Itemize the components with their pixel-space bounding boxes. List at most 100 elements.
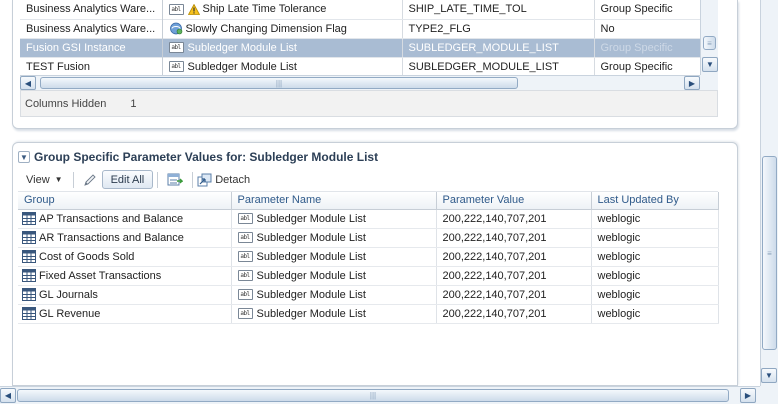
column-header-last-updated-by[interactable]: Last Updated By bbox=[591, 192, 719, 210]
toolbar-divider bbox=[72, 171, 74, 188]
scroll-thumb[interactable]: ||| bbox=[40, 77, 518, 89]
group-name: AP Transactions and Balance bbox=[39, 212, 184, 225]
table-row[interactable]: GL Journals abl Subledger Module List 200,2… bbox=[18, 285, 719, 305]
table-row[interactable]: AR Transactions and Balance abl Subledger … bbox=[18, 228, 719, 248]
group-name: GL Revenue bbox=[39, 307, 101, 320]
parameter-value: 200,222,140,707,201 bbox=[436, 209, 592, 229]
frozen-column-divider bbox=[162, 0, 163, 75]
parameter-value: Group Specific bbox=[594, 38, 701, 58]
table-row[interactable]: Fixed Asset Transactions abl Subledger Mod… bbox=[18, 266, 719, 286]
scroll-right-button[interactable]: ▶ bbox=[684, 76, 700, 90]
group-grid-icon bbox=[22, 288, 36, 301]
parameter-name: Subledger Module List bbox=[187, 60, 297, 73]
scroll-thumb[interactable]: ≡ bbox=[762, 156, 777, 350]
parameter-name: Ship Late Time Tolerance bbox=[202, 3, 327, 16]
parameter-code: SHIP_LATE_TIME_TOL bbox=[402, 0, 595, 20]
text-type-icon: abl bbox=[237, 270, 253, 281]
parameter-value: 200,222,140,707,201 bbox=[436, 285, 592, 305]
parameter-name: Subledger Module List bbox=[256, 250, 366, 263]
parameter-name: Subledger Module List bbox=[256, 288, 366, 301]
group-name: Fixed Asset Transactions bbox=[39, 269, 162, 282]
column-header-parameter-name[interactable]: Parameter Name bbox=[231, 192, 437, 210]
scroll-left-button[interactable]: ◀ bbox=[20, 76, 36, 90]
table-header-row: Group Parameter Name Parameter Value Las… bbox=[18, 192, 719, 210]
table-row[interactable]: GL Revenue abl Subledger Module List 200,22… bbox=[18, 304, 719, 324]
dimension-icon bbox=[169, 22, 183, 35]
table-row[interactable]: Business Analytics Ware... abl Ship Late… bbox=[20, 0, 701, 20]
collapse-icon[interactable]: ▼ bbox=[18, 151, 30, 163]
group-grid-icon bbox=[22, 250, 36, 263]
parameter-value: 200,222,140,707,201 bbox=[436, 304, 592, 324]
source-cell: Business Analytics Ware... bbox=[20, 19, 163, 39]
group-grid-icon bbox=[22, 307, 36, 320]
parameter-name: Subledger Module List bbox=[256, 231, 366, 244]
source-cell: Fusion GSI Instance bbox=[20, 38, 163, 58]
table-row[interactable]: TEST Fusion abl Subledger Module List SU… bbox=[20, 57, 701, 77]
columns-hidden-label: Columns Hidden bbox=[25, 97, 107, 110]
view-menu[interactable]: View ▼ bbox=[18, 174, 69, 186]
table-row[interactable]: Cost of Goods Sold abl Subledger Module Li… bbox=[18, 247, 719, 267]
parameter-name: Subledger Module List bbox=[256, 307, 366, 320]
scroll-thumb[interactable]: ≡ bbox=[703, 36, 716, 50]
export-icon[interactable] bbox=[164, 170, 186, 190]
panel-header: ▼ Group Specific Parameter Values for: S… bbox=[18, 148, 378, 166]
table-row[interactable]: AP Transactions and Balance abl Subledger … bbox=[18, 209, 719, 229]
text-type-icon: abl bbox=[237, 289, 253, 300]
last-updated-by: weblogic bbox=[591, 285, 719, 305]
source-cell: TEST Fusion bbox=[20, 57, 163, 77]
parameter-name: Subledger Module List bbox=[187, 41, 297, 54]
last-updated-by: weblogic bbox=[591, 228, 719, 248]
detach-icon bbox=[197, 173, 212, 187]
page-vertical-scrollbar[interactable]: ≡ ▼ bbox=[760, 0, 778, 386]
table-horizontal-scrollbar[interactable]: ◀ ||| ▶ bbox=[20, 75, 700, 90]
table-vertical-scrollbar[interactable]: ≡ ▼ bbox=[700, 0, 718, 75]
column-header-group[interactable]: Group bbox=[18, 192, 232, 210]
page-horizontal-scrollbar[interactable]: ◀ ||| ▶ bbox=[0, 386, 760, 404]
parameter-value: No bbox=[594, 19, 701, 39]
parameter-code: TYPE2_FLG bbox=[402, 19, 595, 39]
parameter-value: 200,222,140,707,201 bbox=[436, 247, 592, 267]
columns-hidden-count[interactable]: 1 bbox=[130, 98, 136, 110]
source-cell: Business Analytics Ware... bbox=[20, 0, 163, 20]
group-name: AR Transactions and Balance bbox=[39, 231, 184, 244]
last-updated-by: weblogic bbox=[591, 304, 719, 324]
scroll-down-button[interactable]: ▼ bbox=[761, 368, 777, 383]
scroll-thumb[interactable]: ||| bbox=[17, 389, 729, 402]
text-type-icon: abl bbox=[237, 308, 253, 319]
panel-title: Group Specific Parameter Values for: Sub… bbox=[34, 150, 379, 164]
parameter-name: Subledger Module List bbox=[256, 212, 366, 225]
parameter-value: 200,222,140,707,201 bbox=[436, 266, 592, 286]
view-menu-label: View bbox=[26, 173, 50, 186]
group-grid-icon bbox=[22, 269, 36, 282]
scroll-corner bbox=[700, 75, 718, 90]
edit-all-button[interactable]: Edit All bbox=[101, 170, 154, 189]
last-updated-by: weblogic bbox=[591, 266, 719, 286]
scroll-right-button[interactable]: ▶ bbox=[740, 388, 756, 403]
text-type-icon: abl bbox=[237, 232, 253, 243]
parameter-name: Subledger Module List bbox=[256, 269, 366, 282]
text-type-icon: abl bbox=[168, 61, 184, 72]
parameter-name: Slowly Changing Dimension Flag bbox=[185, 22, 347, 35]
text-type-icon: abl bbox=[168, 42, 184, 53]
text-type-icon: abl bbox=[168, 3, 184, 15]
edit-pencil-icon[interactable] bbox=[80, 170, 100, 190]
scroll-left-button[interactable]: ◀ bbox=[0, 388, 16, 403]
table-toolbar: View ▼ Edit All Detach bbox=[18, 168, 718, 192]
detach-label: Detach bbox=[215, 173, 251, 186]
table-row[interactable]: Business Analytics Ware... Slowly Changi… bbox=[20, 19, 701, 39]
parameter-value: 200,222,140,707,201 bbox=[436, 228, 592, 248]
parameter-code: SUBLEDGER_MODULE_LIST bbox=[402, 57, 595, 77]
parameter-code: SUBLEDGER_MODULE_LIST bbox=[402, 38, 595, 58]
column-header-parameter-value[interactable]: Parameter Value bbox=[436, 192, 592, 210]
group-grid-icon bbox=[22, 212, 36, 225]
table-row-selected[interactable]: Fusion GSI Instance abl Subledger Module… bbox=[20, 38, 701, 58]
parameters-table: Business Analytics Ware... abl Ship Late… bbox=[20, 0, 701, 77]
group-name: GL Journals bbox=[39, 288, 98, 301]
detach-button[interactable]: Detach bbox=[197, 173, 250, 187]
scroll-down-button[interactable]: ▼ bbox=[702, 57, 718, 72]
toolbar-divider bbox=[157, 171, 159, 188]
last-updated-by: weblogic bbox=[591, 209, 719, 229]
columns-hidden-bar: Columns Hidden 1 bbox=[20, 90, 718, 117]
group-values-table: Group Parameter Name Parameter Value Las… bbox=[18, 192, 719, 324]
last-updated-by: weblogic bbox=[591, 247, 719, 267]
